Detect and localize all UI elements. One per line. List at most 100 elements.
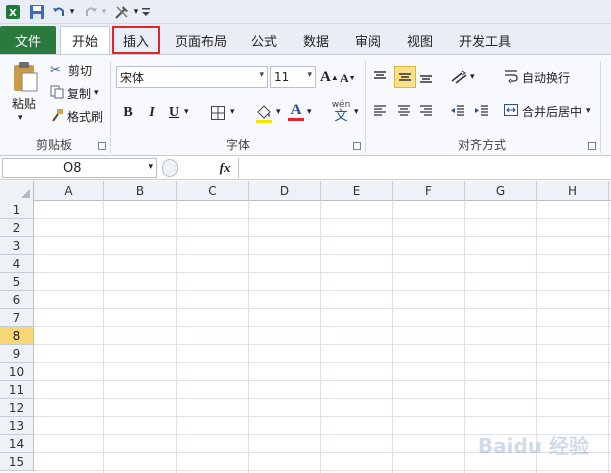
grid-vline xyxy=(320,201,321,473)
tab-insert[interactable]: 插入 xyxy=(112,26,160,54)
align-left-icon[interactable] xyxy=(372,101,392,121)
formula-bar-splitter[interactable] xyxy=(162,159,178,177)
tab-file[interactable]: 文件 xyxy=(0,26,56,54)
font-size-dropdown-icon[interactable]: ▾ xyxy=(307,70,312,80)
row-header-5[interactable]: 5 xyxy=(0,273,34,291)
quick-access-toolbar: X ▾ ▾ ▾ xyxy=(0,0,611,24)
align-middle-icon[interactable] xyxy=(394,66,416,88)
format-painter-button[interactable]: 格式刷 xyxy=(50,107,103,125)
row-header-4[interactable]: 4 xyxy=(0,255,34,273)
orientation-icon[interactable] xyxy=(450,67,470,87)
column-header-h[interactable]: H xyxy=(537,181,609,201)
column-header-c[interactable]: C xyxy=(177,181,249,201)
row-header-13[interactable]: 13 xyxy=(0,417,34,435)
ribbon-separator xyxy=(600,61,601,153)
alignment-launcher-icon[interactable] xyxy=(588,142,596,150)
copy-dropdown-icon[interactable]: ▾ xyxy=(94,88,99,98)
font-name-combo[interactable]: 宋体 ▾ xyxy=(116,66,268,88)
row-header-10[interactable]: 10 xyxy=(0,363,34,381)
undo-icon[interactable] xyxy=(52,3,66,21)
row-header-7[interactable]: 7 xyxy=(0,309,34,327)
underline-dropdown-icon[interactable]: ▾ xyxy=(184,107,189,117)
phonetic-guide-icon[interactable]: wén 文 xyxy=(328,99,354,125)
row-header-6[interactable]: 6 xyxy=(0,291,34,309)
increase-indent-icon[interactable] xyxy=(474,101,494,121)
row-header-9[interactable]: 9 xyxy=(0,345,34,363)
ribbon-tabs: 文件 开始 插入 页面布局 公式 数据 审阅 视图 开发工具 xyxy=(0,24,611,54)
paste-dropdown-icon[interactable]: ▾ xyxy=(18,113,30,123)
tools-dropdown-icon[interactable]: ▾ xyxy=(132,3,140,21)
fill-color-icon[interactable] xyxy=(254,102,274,124)
align-bottom-icon[interactable] xyxy=(418,67,438,87)
select-all-corner[interactable] xyxy=(0,181,34,201)
align-right-icon[interactable] xyxy=(418,101,438,121)
decrease-indent-icon[interactable] xyxy=(450,101,470,121)
formula-input[interactable] xyxy=(238,158,611,178)
orientation-dropdown-icon[interactable]: ▾ xyxy=(470,72,475,82)
row-header-12[interactable]: 12 xyxy=(0,399,34,417)
fill-color-dropdown-icon[interactable]: ▾ xyxy=(276,107,281,117)
column-header-e[interactable]: E xyxy=(321,181,393,201)
align-top-icon[interactable] xyxy=(372,67,392,87)
underline-button[interactable]: U xyxy=(164,103,184,123)
grid-vline xyxy=(103,201,104,473)
row-header-8[interactable]: 8 xyxy=(0,327,34,345)
row-header-11[interactable]: 11 xyxy=(0,381,34,399)
shrink-font-icon[interactable]: A ▼ xyxy=(340,70,356,86)
customize-qat-icon[interactable] xyxy=(140,3,152,21)
column-header-a[interactable]: A xyxy=(34,181,104,201)
tab-view[interactable]: 视图 xyxy=(398,26,442,54)
redo-dropdown-icon[interactable]: ▾ xyxy=(100,3,108,21)
tab-data[interactable]: 数据 xyxy=(294,26,338,54)
column-header-b[interactable]: B xyxy=(104,181,177,201)
font-launcher-icon[interactable] xyxy=(353,142,361,150)
align-center-icon[interactable] xyxy=(396,101,416,121)
tools-icon[interactable] xyxy=(114,3,130,21)
row-header-15[interactable]: 15 xyxy=(0,453,34,471)
row-header-14[interactable]: 14 xyxy=(0,435,34,453)
merge-center-button[interactable]: 合并后居中 ▾ xyxy=(503,101,591,121)
merge-center-dropdown-icon[interactable]: ▾ xyxy=(586,106,591,116)
font-name-dropdown-icon[interactable]: ▾ xyxy=(259,70,264,80)
formula-bar: O8 ▾ fx xyxy=(0,157,611,180)
name-box[interactable]: O8 ▾ xyxy=(2,158,157,178)
row-header-2[interactable]: 2 xyxy=(0,219,34,237)
tab-review[interactable]: 审阅 xyxy=(346,26,390,54)
grid-hline xyxy=(34,308,611,309)
save-icon[interactable] xyxy=(28,3,46,21)
row-header-3[interactable]: 3 xyxy=(0,237,34,255)
insert-function-icon[interactable]: fx xyxy=(214,159,236,177)
italic-button[interactable]: I xyxy=(142,103,162,123)
column-header-g[interactable]: G xyxy=(465,181,537,201)
undo-dropdown-icon[interactable]: ▾ xyxy=(68,3,76,21)
paste-button[interactable]: 粘贴 xyxy=(8,95,40,111)
tab-formulas[interactable]: 公式 xyxy=(242,26,286,54)
tab-developer[interactable]: 开发工具 xyxy=(450,26,520,54)
baidu-watermark: Baidu 经验 xyxy=(477,434,589,458)
font-size-combo[interactable]: 11 ▾ xyxy=(270,66,316,88)
column-header-d[interactable]: D xyxy=(249,181,321,201)
borders-icon[interactable] xyxy=(210,104,228,122)
name-box-dropdown-icon[interactable]: ▾ xyxy=(148,162,153,172)
wrap-text-button[interactable]: 自动换行 xyxy=(503,67,570,87)
font-color-icon[interactable]: A xyxy=(287,102,305,124)
grow-font-icon[interactable]: A ▲ xyxy=(320,68,339,86)
font-name-value: 宋体 xyxy=(120,70,145,85)
tab-home[interactable]: 开始 xyxy=(60,26,110,54)
grid-hline xyxy=(34,326,611,327)
bold-button[interactable]: B xyxy=(118,103,138,123)
column-header-f[interactable]: F xyxy=(393,181,465,201)
redo-icon[interactable] xyxy=(84,3,98,21)
tab-page-layout[interactable]: 页面布局 xyxy=(168,26,234,54)
borders-dropdown-icon[interactable]: ▾ xyxy=(230,107,235,117)
paste-icon[interactable] xyxy=(10,60,40,94)
copy-button[interactable]: 复制 ▾ xyxy=(50,84,99,102)
row-header-1[interactable]: 1 xyxy=(0,201,34,219)
cut-button[interactable]: ✂ 剪切 xyxy=(50,61,92,79)
phonetic-dropdown-icon[interactable]: ▾ xyxy=(354,107,359,117)
font-color-dropdown-icon[interactable]: ▾ xyxy=(307,107,312,117)
grid-hline xyxy=(34,362,611,363)
grid-hline xyxy=(34,272,611,273)
clipboard-launcher-icon[interactable] xyxy=(98,142,106,150)
excel-logo-icon[interactable]: X xyxy=(4,3,22,21)
